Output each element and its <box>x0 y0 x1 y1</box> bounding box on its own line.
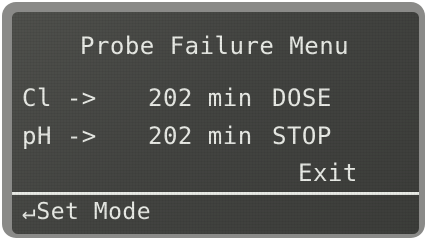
set-mode-hint: ↵Set Mode <box>22 199 152 225</box>
footer-divider <box>12 192 419 195</box>
ph-action-status[interactable]: STOP <box>272 122 332 150</box>
cl-time-value[interactable]: 202 min <box>148 84 253 112</box>
device-bezel: Probe Failure Menu Cl -> 202 min DOSE pH… <box>0 0 427 240</box>
cl-label[interactable]: Cl -> <box>22 84 97 112</box>
ph-label[interactable]: pH -> <box>22 122 97 150</box>
lcd-screen: Probe Failure Menu Cl -> 202 min DOSE pH… <box>12 12 419 234</box>
cl-action-status[interactable]: DOSE <box>272 84 332 112</box>
exit-menu-item[interactable]: Exit <box>298 159 358 187</box>
display-frame: Probe Failure Menu Cl -> 202 min DOSE pH… <box>2 2 425 238</box>
page-title: Probe Failure Menu <box>80 32 350 60</box>
ph-time-value[interactable]: 202 min <box>148 122 253 150</box>
